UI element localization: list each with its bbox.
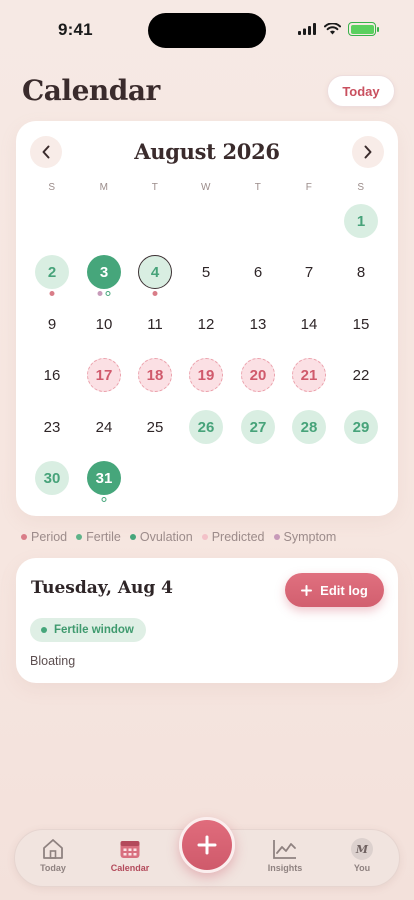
edit-log-button[interactable]: Edit log <box>285 573 384 607</box>
dynamic-island <box>148 13 266 48</box>
chip-label: Fertile window <box>54 624 134 636</box>
weekday-label: S <box>357 182 365 193</box>
weekday-label: S <box>48 182 56 193</box>
day-cell[interactable]: 3 <box>87 255 121 289</box>
day-detail-card: Tuesday, Aug 4 Edit log Fertile window B… <box>16 558 398 683</box>
signal-icon <box>298 23 316 35</box>
tab-today[interactable]: Today <box>18 838 88 873</box>
tab-label: Calendar <box>110 863 150 873</box>
day-cell[interactable]: 14 <box>292 307 326 341</box>
day-cell[interactable]: 26 <box>189 410 223 444</box>
day-markers <box>97 291 111 297</box>
day-cell[interactable]: 18 <box>138 358 172 392</box>
day-cell[interactable]: 7 <box>292 255 326 289</box>
battery-icon <box>348 22 379 36</box>
next-month-button[interactable] <box>352 136 384 168</box>
legend-dot <box>21 534 27 540</box>
plus-icon <box>301 584 313 596</box>
add-log-fab[interactable] <box>179 817 235 873</box>
day-cell[interactable]: 10 <box>87 307 121 341</box>
fertile-window-chip: Fertile window <box>30 618 146 642</box>
home-icon <box>43 839 63 859</box>
day-cell[interactable]: 2 <box>35 255 69 289</box>
day-cell[interactable]: 31 <box>87 461 121 495</box>
day-cell[interactable]: 23 <box>35 410 69 444</box>
day-cell[interactable]: 1 <box>344 204 378 238</box>
legend-label: Period <box>31 530 68 544</box>
day-cell[interactable]: 28 <box>292 410 326 444</box>
tab-insights[interactable]: Insights <box>250 838 320 873</box>
day-cell[interactable]: 5 <box>189 255 223 289</box>
legend-label: Ovulation <box>139 530 193 544</box>
tab-label: Insights <box>267 863 303 873</box>
ovulation-marker-dot <box>101 497 107 502</box>
status-time: 9:41 <box>58 20 93 39</box>
weekday-label: T <box>254 182 262 193</box>
calendar-icon <box>120 841 140 858</box>
legend-item: Predicted <box>201 530 265 544</box>
weekday-label: M <box>99 182 109 193</box>
plus-icon <box>197 835 217 855</box>
legend-dot <box>129 534 136 540</box>
legend-dot <box>76 534 83 540</box>
status-icons <box>298 22 379 36</box>
day-markers <box>101 497 107 503</box>
calendar-card: August 2026 SMTWTFS 1 2 3 4 5 6 7 8 9 10 11 12 13 14 1… <box>16 121 398 516</box>
day-markers <box>49 291 55 297</box>
period-marker-dot <box>49 291 55 296</box>
month-title: August 2026 <box>134 139 280 164</box>
day-cell[interactable]: 9 <box>35 307 69 341</box>
today-button[interactable]: Today <box>327 75 395 107</box>
legend-label: Predicted <box>211 530 265 544</box>
day-cell[interactable]: 15 <box>344 307 378 341</box>
legend-label: Fertile <box>86 530 121 544</box>
day-cell[interactable]: 4 <box>138 255 172 289</box>
legend-dot <box>201 534 208 540</box>
tab-calendar[interactable]: Calendar <box>95 838 165 873</box>
day-cell[interactable]: 13 <box>241 307 275 341</box>
day-cell[interactable]: 25 <box>138 410 172 444</box>
edit-log-label: Edit log <box>320 582 368 598</box>
symptom-marker-dot <box>97 291 103 296</box>
day-cell[interactable]: 6 <box>241 255 275 289</box>
selected-day-title: Tuesday, Aug 4 <box>31 578 174 598</box>
day-cell[interactable]: 27 <box>241 410 275 444</box>
day-cell[interactable]: 11 <box>138 307 172 341</box>
day-cell[interactable]: 22 <box>344 358 378 392</box>
legend-item: Symptom <box>273 530 337 544</box>
day-cell[interactable]: 20 <box>241 358 275 392</box>
chevron-right-icon <box>364 145 372 159</box>
legend-label: Symptom <box>283 530 337 544</box>
avatar: M <box>351 838 373 860</box>
weekday-label: T <box>151 182 159 193</box>
day-cell[interactable]: 17 <box>87 358 121 392</box>
legend-item: Fertile <box>76 530 121 544</box>
symptom-entry: Bloating <box>30 654 76 668</box>
day-cell[interactable]: 24 <box>87 410 121 444</box>
period-marker-dot <box>152 291 158 296</box>
day-cell[interactable]: 30 <box>35 461 69 495</box>
day-cell[interactable]: 29 <box>344 410 378 444</box>
wifi-icon <box>324 23 341 35</box>
ovulation-marker-dot <box>105 291 111 296</box>
day-cell[interactable]: 16 <box>35 358 69 392</box>
day-cell[interactable]: 8 <box>344 255 378 289</box>
day-cell[interactable]: 19 <box>189 358 223 392</box>
day-markers <box>152 291 158 297</box>
day-cell[interactable]: 12 <box>189 307 223 341</box>
legend-item: Ovulation <box>129 530 193 544</box>
tab-label: You <box>353 863 371 873</box>
tab-you[interactable]: M You <box>327 838 397 873</box>
tab-label: Today <box>40 863 66 873</box>
page-title: Calendar <box>22 74 160 107</box>
legend-item: Period <box>21 530 67 544</box>
status-bar: 9:41 <box>0 0 414 56</box>
chart-icon <box>273 840 296 859</box>
day-cell[interactable]: 21 <box>292 358 326 392</box>
legend: Period Fertile Ovulation Predicted Symptom <box>21 530 336 544</box>
weekday-label: W <box>201 182 211 193</box>
legend-dot <box>273 534 280 540</box>
weekday-label: F <box>305 182 313 193</box>
chip-dot <box>41 627 47 633</box>
